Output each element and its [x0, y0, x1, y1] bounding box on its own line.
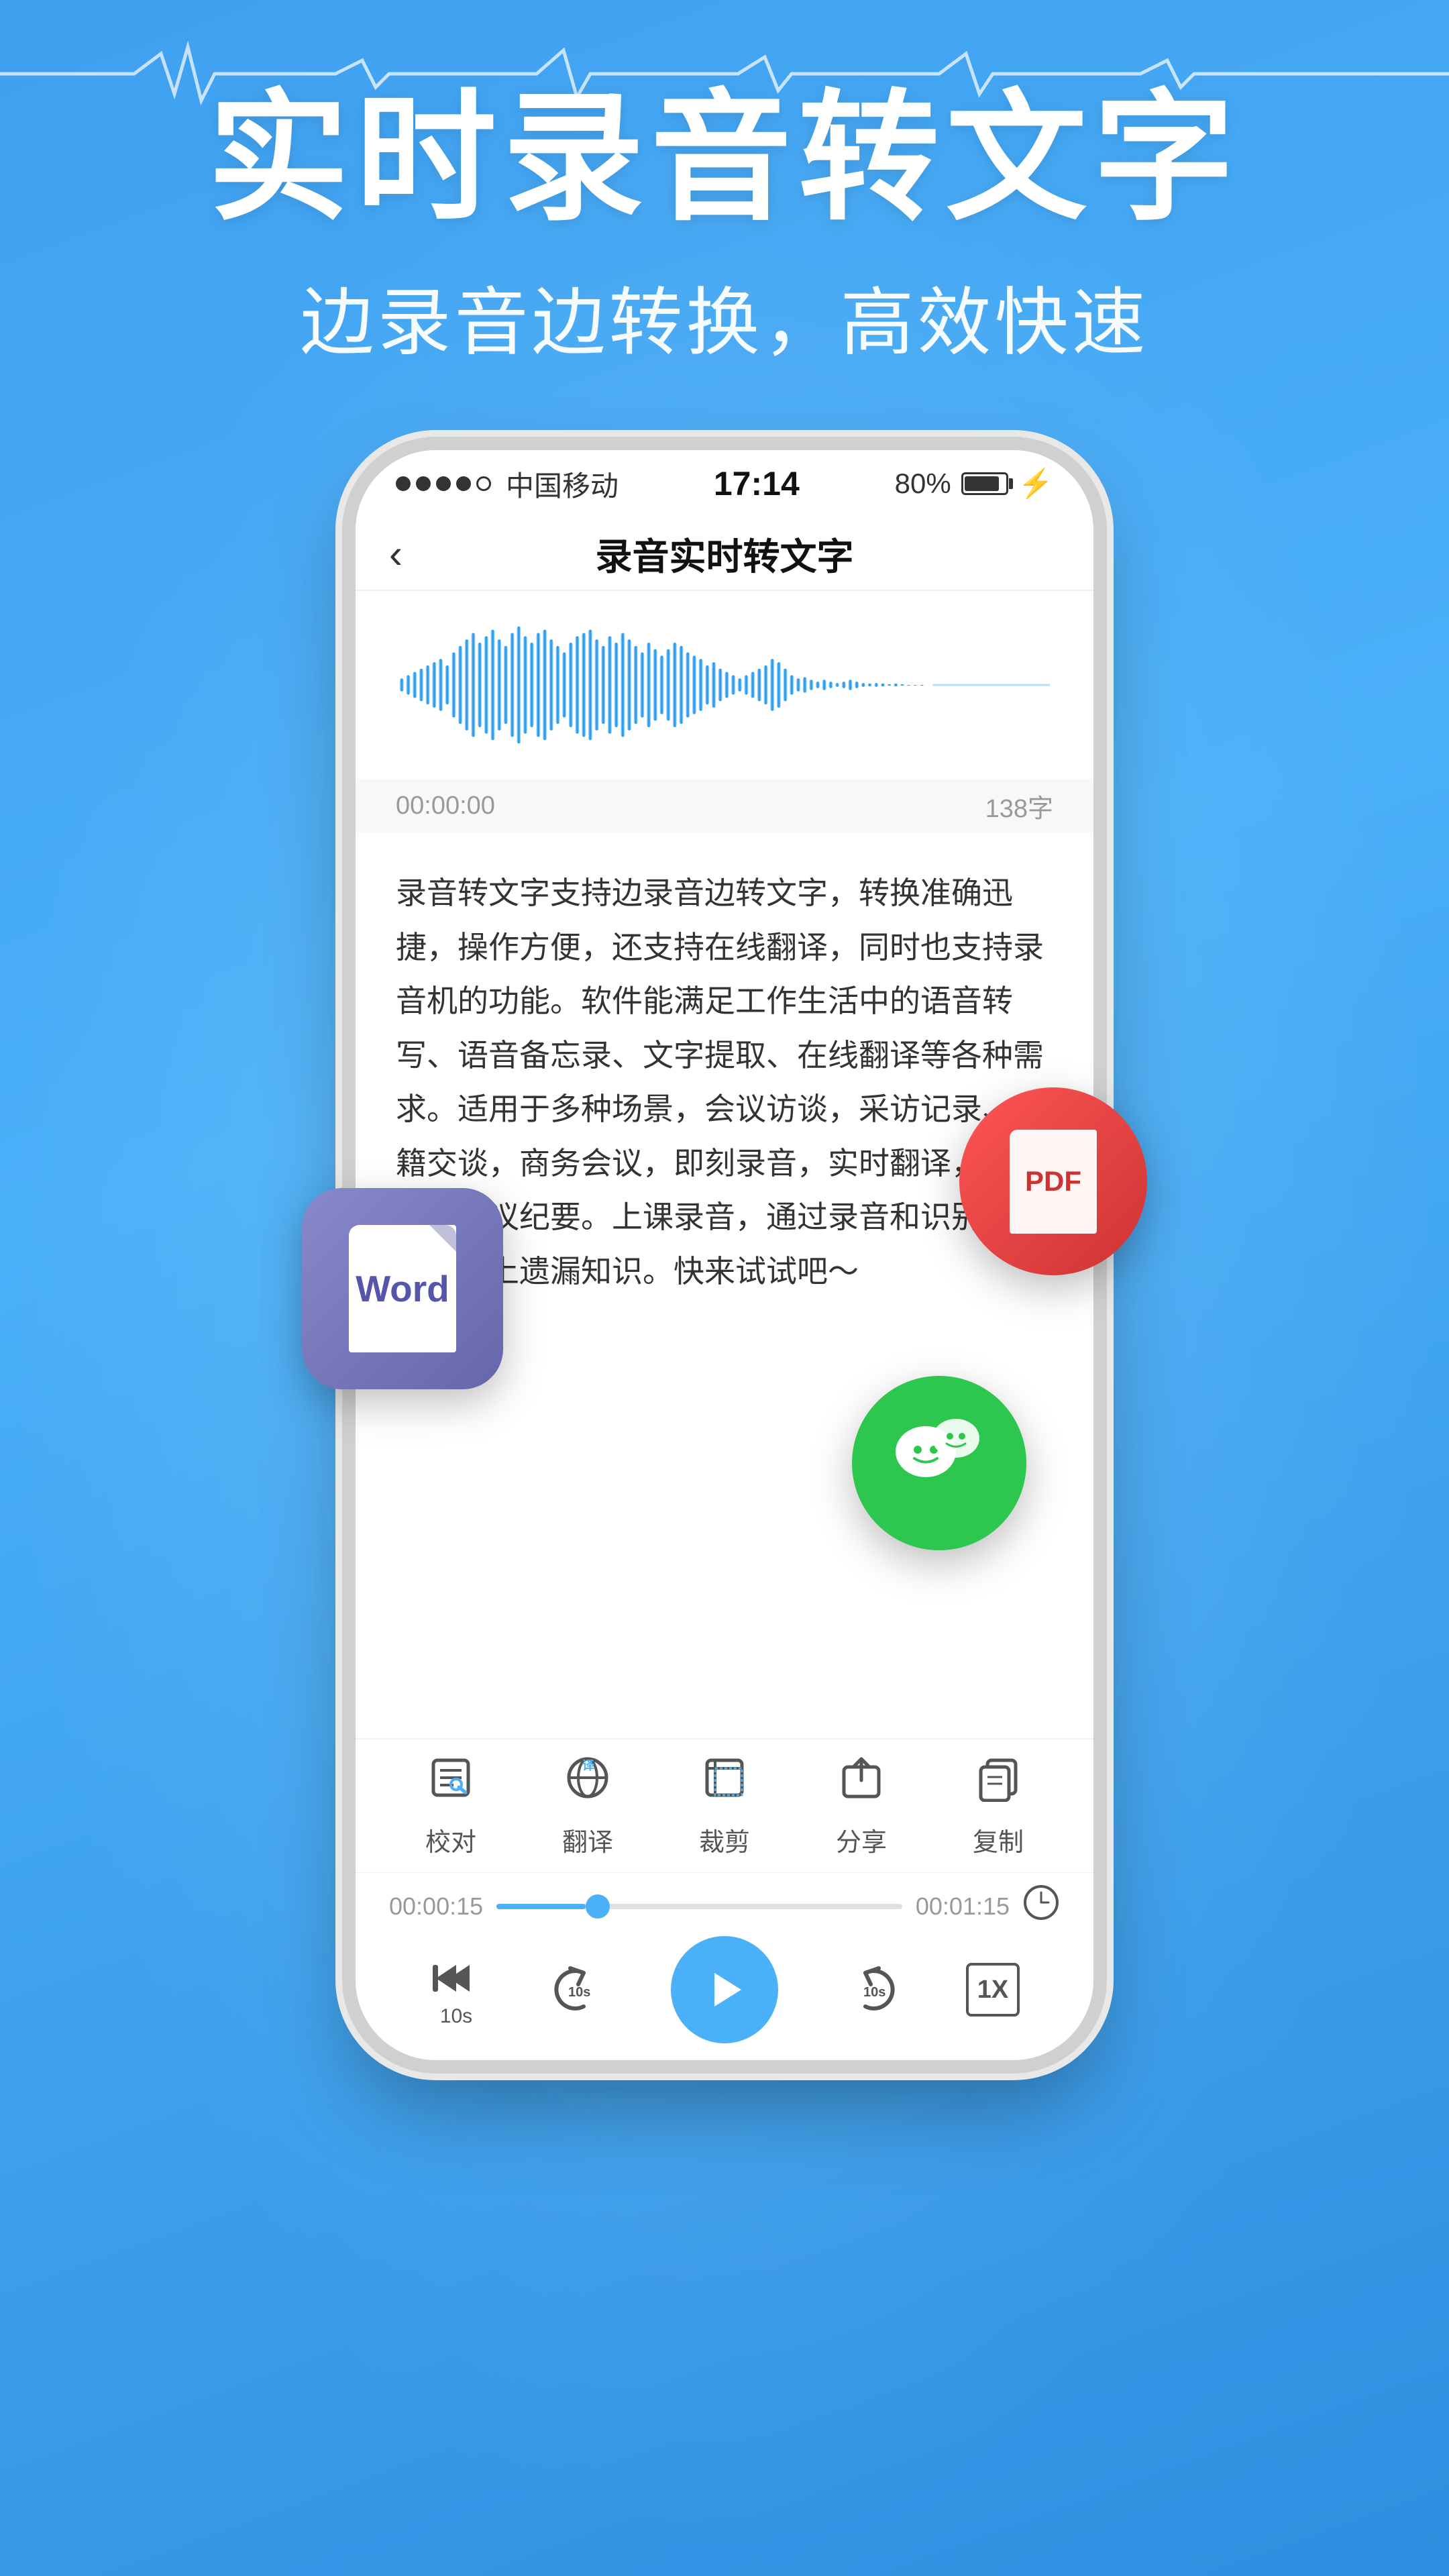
pdf-doc-icon: PDF [1010, 1130, 1097, 1234]
progress-bar-area: 00:00:15 00:01:15 [356, 1872, 1093, 1939]
svg-text:10s: 10s [568, 1985, 590, 2000]
playback-controls: 10s 10s 10s [356, 1939, 1093, 2060]
current-time: 00:00:15 [389, 1892, 483, 1921]
status-time: 17:14 [714, 464, 800, 503]
share-icon [837, 1754, 885, 1813]
proofread-icon [427, 1754, 475, 1813]
copy-icon [974, 1754, 1022, 1813]
signal-dots [396, 476, 491, 491]
signal-dot-2 [416, 476, 431, 491]
signal-dot-5 [476, 476, 491, 491]
waveform-bars [400, 627, 1050, 743]
battery-percent: 80% [895, 468, 951, 500]
bottom-toolbar: 校对 译 翻译 [356, 1738, 1093, 1872]
speed-label: 1X [977, 1976, 1008, 2004]
signal-dot-3 [436, 476, 451, 491]
waveform-area [356, 591, 1093, 779]
recording-time: 00:00:00 [396, 792, 495, 820]
toolbar-translate[interactable]: 译 翻译 [562, 1754, 613, 1858]
toolbar-copy[interactable]: 复制 [973, 1754, 1024, 1858]
main-title: 实时录音转文字 [0, 80, 1449, 235]
sub-title: 边录音边转换，高效快速 [0, 262, 1449, 370]
word-badge: Word [302, 1188, 503, 1389]
signal-dot-4 [456, 476, 471, 491]
total-time: 00:01:15 [916, 1892, 1010, 1921]
translate-label: 翻译 [562, 1821, 613, 1858]
forward-10-button[interactable]: 10s [845, 1963, 899, 2017]
signal-dot-1 [396, 476, 411, 491]
rewind-label: 10s [440, 2005, 472, 2028]
wechat-icon [889, 1401, 989, 1525]
back-button[interactable]: ‹ [389, 531, 402, 577]
svg-text:10s: 10s [863, 1985, 885, 2000]
share-label: 分享 [836, 1821, 887, 1858]
backward-10-button[interactable]: 10s [550, 1963, 604, 2017]
clock-icon [1023, 1884, 1060, 1928]
battery-icon [961, 472, 1008, 495]
info-row: 00:00:00 138字 [356, 779, 1093, 833]
svg-text:译: 译 [582, 1759, 595, 1772]
trim-icon [700, 1754, 749, 1813]
toolbar-share[interactable]: 分享 [836, 1754, 887, 1858]
battery-fill [965, 476, 999, 491]
word-doc-icon: Word [349, 1225, 456, 1352]
play-button[interactable] [671, 1936, 778, 2043]
speed-button[interactable]: 1X [966, 1963, 1020, 2017]
status-bar: 中国移动 17:14 80% ⚡ [356, 450, 1093, 517]
pdf-label: PDF [1025, 1165, 1081, 1197]
phone-mockup: Word PDF [356, 450, 1093, 2060]
copy-label: 复制 [973, 1821, 1024, 1858]
toolbar-trim[interactable]: 裁剪 [699, 1754, 750, 1858]
translate-icon: 译 [564, 1754, 612, 1813]
nav-bar: ‹ 录音实时转文字 [356, 517, 1093, 591]
toolbar-proofread[interactable]: 校对 [425, 1754, 476, 1858]
progress-fill [496, 1904, 586, 1909]
lightning-icon: ⚡ [1018, 468, 1053, 500]
waveform-svg [400, 604, 1050, 765]
proofread-label: 校对 [425, 1821, 476, 1858]
wechat-badge [852, 1376, 1026, 1550]
header-section: 实时录音转文字 边录音边转换，高效快速 [0, 0, 1449, 370]
page-title: 录音实时转文字 [595, 527, 853, 580]
char-count: 138字 [985, 788, 1053, 824]
progress-thumb[interactable] [586, 1894, 610, 1919]
progress-track[interactable] [496, 1904, 902, 1909]
word-label: Word [356, 1267, 449, 1310]
pdf-badge: PDF [959, 1087, 1147, 1275]
rewind-button[interactable]: 10s [429, 1951, 483, 2028]
carrier-name: 中国移动 [506, 464, 619, 504]
trim-label: 裁剪 [699, 1821, 750, 1858]
status-right: 80% ⚡ [895, 468, 1053, 500]
